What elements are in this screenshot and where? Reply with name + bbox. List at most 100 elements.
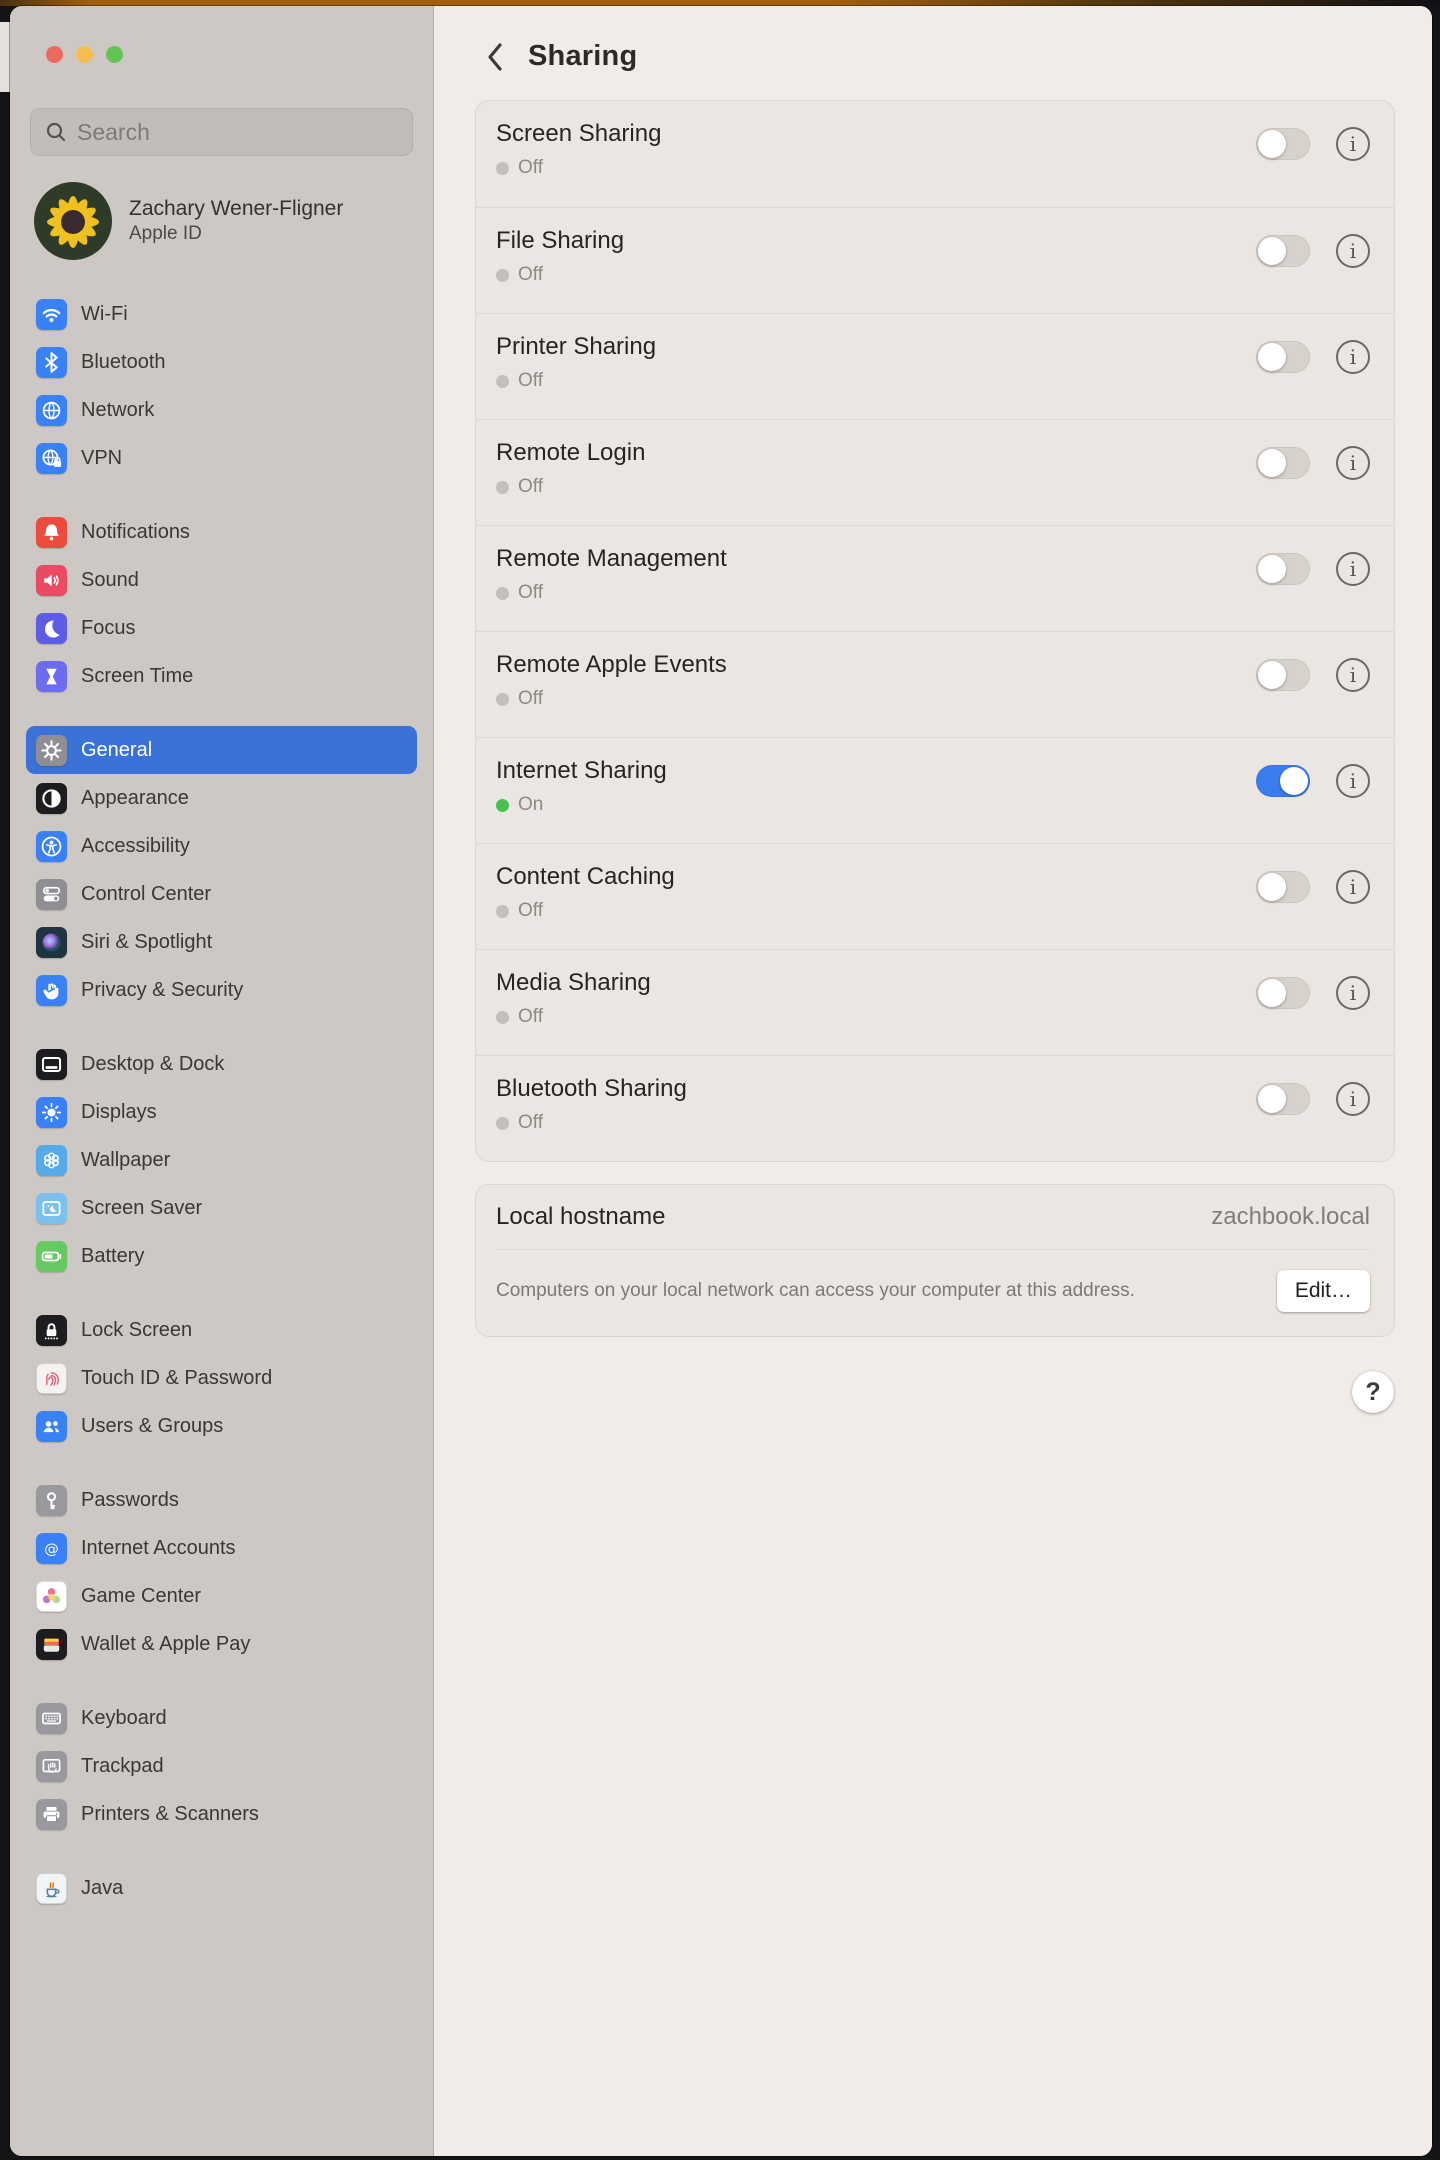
sidebar-item-battery[interactable]: Battery: [26, 1232, 417, 1280]
sidebar-item-internet-accounts[interactable]: @Internet Accounts: [26, 1524, 417, 1572]
sidebar-item-screen-time[interactable]: Screen Time: [26, 652, 417, 700]
sidebar-item-users-and-groups[interactable]: Users & Groups: [26, 1402, 417, 1450]
sidebar-item-label: Network: [81, 399, 154, 422]
sidebar-item-accessibility[interactable]: Accessibility: [26, 822, 417, 870]
service-row-bluetooth-sharing: Bluetooth SharingOffi: [476, 1055, 1394, 1161]
sidebar-item-wi-fi[interactable]: Wi-Fi: [26, 290, 417, 338]
toggle-file-sharing[interactable]: [1256, 235, 1310, 267]
printer-icon: [36, 1799, 67, 1830]
service-row-remote-login: Remote Login Off i: [476, 419, 1394, 525]
edit-hostname-button[interactable]: Edit…: [1277, 1270, 1370, 1312]
sidebar-item-focus[interactable]: Focus: [26, 604, 417, 652]
sidebar-item-java[interactable]: Java: [26, 1864, 417, 1912]
status-label: Off: [518, 370, 543, 392]
sidebar-item-lock-screen[interactable]: Lock Screen: [26, 1306, 417, 1354]
zoom-button[interactable]: [106, 46, 123, 63]
info-button-remote-apple-events[interactable]: i: [1336, 658, 1370, 692]
status-label: Off: [518, 476, 543, 498]
info-button-remote-management[interactable]: i: [1336, 552, 1370, 586]
service-title: Remote Apple Events: [496, 651, 1256, 679]
sidebar-item-privacy-and-security[interactable]: Privacy & Security: [26, 966, 417, 1014]
back-button[interactable]: [484, 41, 506, 73]
toggle-media-sharing[interactable]: [1256, 977, 1310, 1009]
toggle-screen-sharing[interactable]: [1256, 128, 1310, 160]
bell-icon: [36, 517, 67, 548]
sidebar-item-vpn[interactable]: VPN: [26, 434, 417, 482]
close-button[interactable]: [46, 46, 63, 63]
dock-icon: [36, 1049, 67, 1080]
toggle-bluetooth-sharing[interactable]: [1256, 1083, 1310, 1115]
toggle-remote-apple-events[interactable]: [1256, 659, 1310, 691]
info-button-printer-sharing[interactable]: i: [1336, 340, 1370, 374]
status-dot: [496, 693, 509, 706]
info-icon: i: [1350, 134, 1356, 154]
sidebar-group: Passwords@Internet Accounts Game Center Wa…: [26, 1476, 417, 1668]
status-label: Off: [518, 157, 543, 179]
status-dot: [496, 587, 509, 600]
fingerprint-icon: [36, 1363, 67, 1394]
info-button-remote-login[interactable]: i: [1336, 446, 1370, 480]
info-button-screen-sharing[interactable]: i: [1336, 127, 1370, 161]
wallet-icon: [36, 1629, 67, 1660]
sidebar-item-control-center[interactable]: Control Center: [26, 870, 417, 918]
sidebar-item-displays[interactable]: Displays: [26, 1088, 417, 1136]
sidebar-item-label: Java: [81, 1877, 123, 1900]
info-button-internet-sharing[interactable]: i: [1336, 764, 1370, 798]
sidebar-item-game-center[interactable]: Game Center: [26, 1572, 417, 1620]
sidebar-item-label: Siri & Spotlight: [81, 931, 212, 954]
toggle-printer-sharing[interactable]: [1256, 341, 1310, 373]
accessibility-icon: [36, 831, 67, 862]
sidebar-item-screen-saver[interactable]: Screen Saver: [26, 1184, 417, 1232]
search-input[interactable]: [77, 119, 398, 146]
sidebar-item-bluetooth[interactable]: Bluetooth: [26, 338, 417, 386]
info-button-bluetooth-sharing[interactable]: i: [1336, 1082, 1370, 1116]
sidebar-item-wallet-and-apple-pay[interactable]: Wallet & Apple Pay: [26, 1620, 417, 1668]
sidebar-item-wallpaper[interactable]: Wallpaper: [26, 1136, 417, 1184]
sidebar-item-label: VPN: [81, 447, 122, 470]
sidebar-item-trackpad[interactable]: Trackpad: [26, 1742, 417, 1790]
service-title: Printer Sharing: [496, 333, 1256, 361]
search-field[interactable]: [30, 108, 413, 156]
profile-name: Zachary Wener-Fligner: [129, 195, 343, 222]
help-button[interactable]: ?: [1352, 1371, 1394, 1413]
sidebar-item-label: Control Center: [81, 883, 211, 906]
service-row-content-caching: Content CachingOffi: [476, 843, 1394, 949]
trackpad-icon: [36, 1751, 67, 1782]
globe-icon: [36, 395, 67, 426]
service-title: Remote Login: [496, 439, 1256, 467]
toggle-internet-sharing[interactable]: [1256, 765, 1310, 797]
toggle-remote-login[interactable]: [1256, 447, 1310, 479]
sidebar-item-label: Printers & Scanners: [81, 1803, 259, 1826]
sidebar-item-passwords[interactable]: Passwords: [26, 1476, 417, 1524]
sidebar-item-appearance[interactable]: Appearance: [26, 774, 417, 822]
sidebar-item-printers-and-scanners[interactable]: Printers & Scanners: [26, 1790, 417, 1838]
svg-text:@: @: [44, 1540, 59, 1557]
sidebar-item-label: Privacy & Security: [81, 979, 243, 1002]
toggle-content-caching[interactable]: [1256, 871, 1310, 903]
sidebar-item-network[interactable]: Network: [26, 386, 417, 434]
hostname-value: zachbook.local: [1211, 1203, 1370, 1231]
info-button-content-caching[interactable]: i: [1336, 870, 1370, 904]
service-row-media-sharing: Media SharingOffi: [476, 949, 1394, 1055]
sidebar-item-sound[interactable]: Sound: [26, 556, 417, 604]
sidebar-item-touch-id-and-password[interactable]: Touch ID & Password: [26, 1354, 417, 1402]
hand-icon: [36, 975, 67, 1006]
sidebar-item-general[interactable]: General: [26, 726, 417, 774]
sidebar-item-label: Game Center: [81, 1585, 201, 1608]
sidebar-item-keyboard[interactable]: Keyboard: [26, 1694, 417, 1742]
sidebar-item-siri-and-spotlight[interactable]: Siri & Spotlight: [26, 918, 417, 966]
service-title: Media Sharing: [496, 969, 1256, 997]
game-center-icon: [36, 1581, 67, 1612]
sidebar-group: Desktop & DockDisplaysWallpaperScreen Sa…: [26, 1040, 417, 1280]
info-button-media-sharing[interactable]: i: [1336, 976, 1370, 1010]
info-button-file-sharing[interactable]: i: [1336, 234, 1370, 268]
chevron-left-icon: [486, 42, 504, 72]
flower-icon: [36, 1145, 67, 1176]
minimize-button[interactable]: [76, 46, 93, 63]
toggle-remote-management[interactable]: [1256, 553, 1310, 585]
status-label: Off: [518, 582, 543, 604]
sidebar-item-desktop-and-dock[interactable]: Desktop & Dock: [26, 1040, 417, 1088]
apple-id-profile[interactable]: Zachary Wener-Fligner Apple ID: [34, 182, 413, 260]
gear-icon: [36, 735, 67, 766]
sidebar-item-notifications[interactable]: Notifications: [26, 508, 417, 556]
